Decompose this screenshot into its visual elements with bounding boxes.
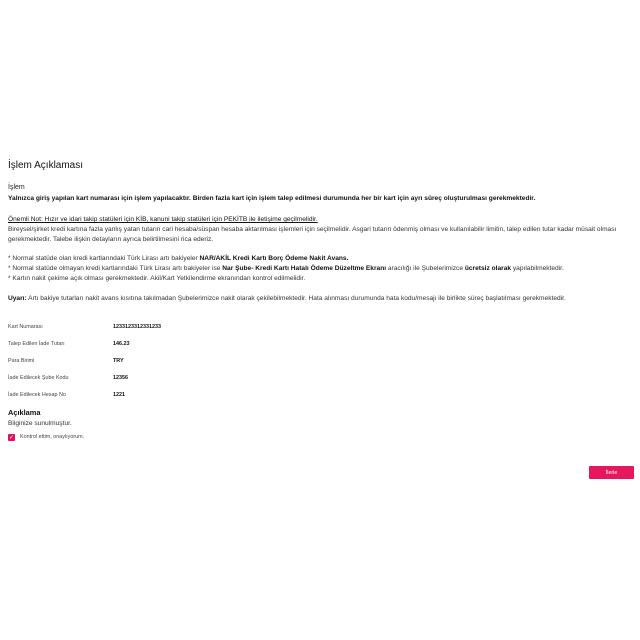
bullet-item: * Kartın nakit çekime açık olması gerekm… (8, 275, 306, 282)
intro-text: Yalnızca giriş yapılan kart numarası içi… (8, 195, 536, 202)
note-paragraph: Bireysel/şirket kredi kartına fazla yanl… (8, 226, 617, 243)
page-title: İşlem Açıklaması (8, 160, 84, 171)
detail-label: Para Birimi (8, 357, 35, 364)
confirm-checkbox[interactable]: ✓ (8, 433, 15, 441)
bullet-list: * Normal statüde olan kredi kartlarındak… (8, 254, 632, 284)
detail-label: İade Edilecek Hesap No (8, 392, 66, 399)
detail-value: 12356 (113, 375, 128, 382)
process-description-panel: İşlem Açıklaması İşlem Yalnızca giriş ya… (8, 160, 632, 441)
description-text: Bilginize sunulmuştur. (8, 419, 72, 427)
detail-label: Kart Numarası (8, 323, 43, 330)
warning-label: Uyarı: (8, 295, 27, 302)
request-details: Kart Numarası 1233123312331233 Talep Edi… (8, 318, 632, 404)
detail-value: 1233123312331233 (113, 323, 161, 330)
detail-label: İade Edilecek Şube Kodu (8, 375, 69, 382)
description-title: Açıklama (8, 407, 41, 417)
warning-text: Uyarı: Artı bakiye tutarları nakit avans… (8, 295, 566, 302)
detail-value: 146.23 (113, 340, 130, 347)
detail-label: Talep Edilen İade Tutarı (8, 340, 65, 347)
detail-row-currency: Para Birimi TRY (8, 352, 632, 369)
detail-row-account-no: İade Edilecek Hesap No 1221 (8, 387, 632, 404)
submit-button[interactable]: İlerle (589, 466, 634, 479)
detail-row-branch-code: İade Edilecek Şube Kodu 12356 (8, 370, 632, 387)
confirm-label: Kontrol ettim, onaylıyorum. (20, 434, 85, 441)
bullet-item: * Normal statüde olan kredi kartlarındak… (8, 255, 349, 262)
detail-row-refund-amount: Talep Edilen İade Tutarı 146.23 (8, 335, 632, 352)
section-label: İşlem (8, 184, 25, 191)
check-icon: ✓ (8, 434, 15, 441)
detail-value: TRY (113, 357, 124, 364)
detail-value: 1221 (113, 392, 125, 399)
confirm-checkbox-row[interactable]: ✓ Kontrol ettim, onaylıyorum. (8, 433, 632, 441)
detail-row-card-number: Kart Numarası 1233123312331233 (8, 318, 632, 335)
important-note: Önemli Not: Hızır ve idari takip statüle… (8, 216, 318, 223)
bullet-item: * Normal statüde olmayan kredi kartların… (8, 265, 564, 272)
